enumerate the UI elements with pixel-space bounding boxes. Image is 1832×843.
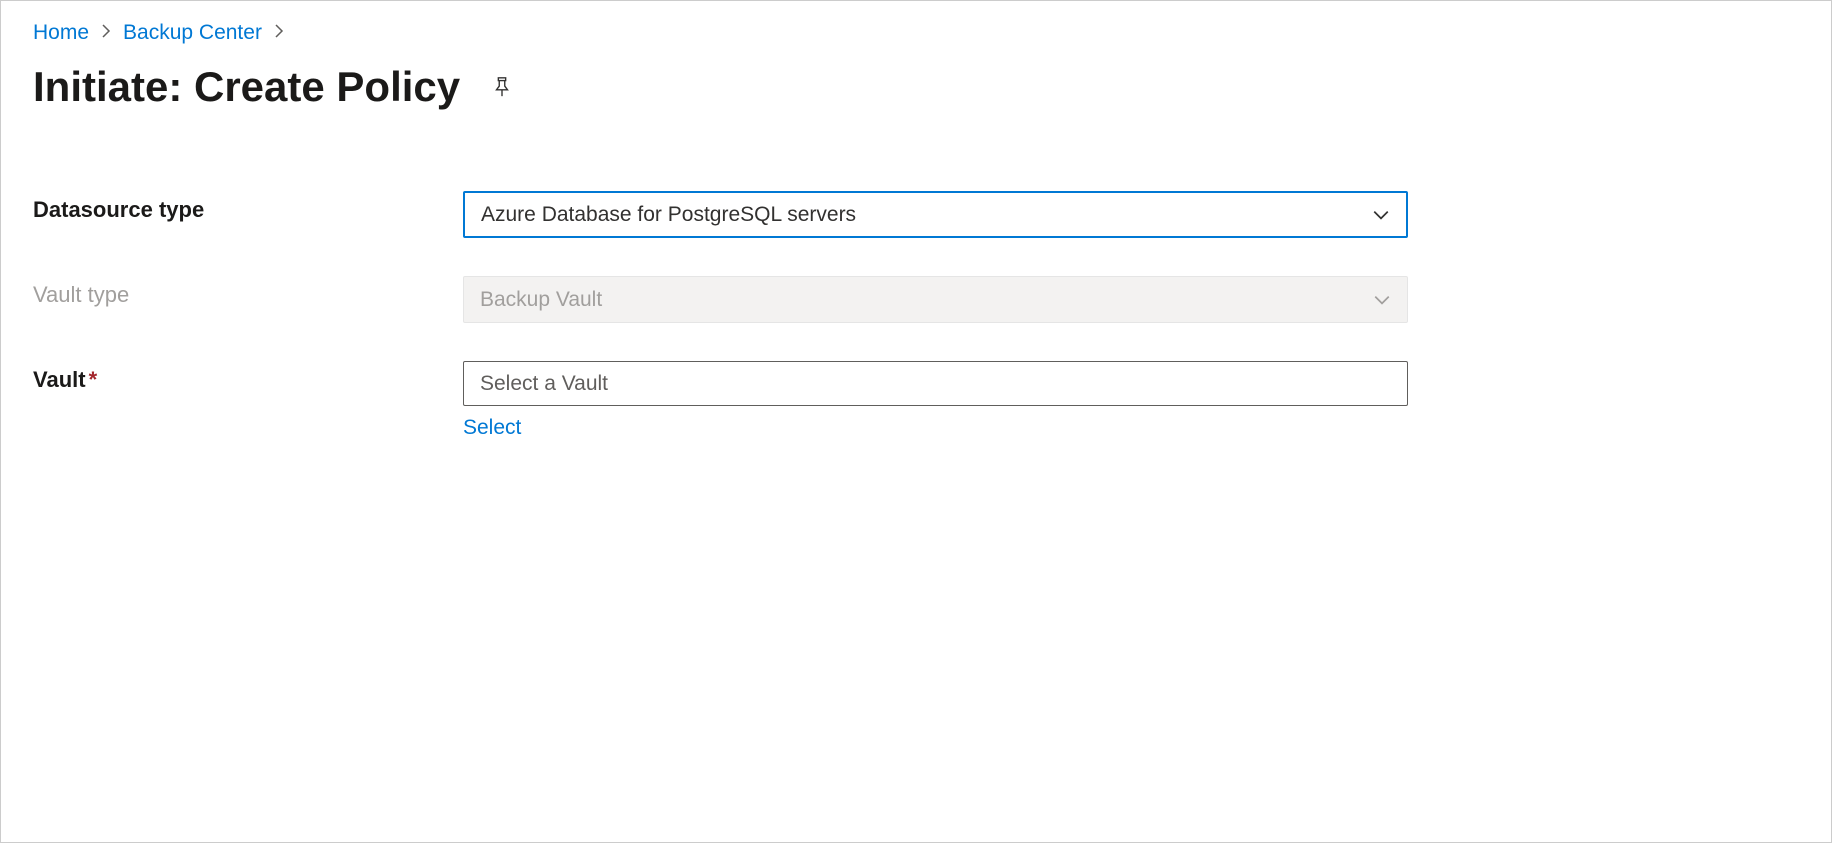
page-title: Initiate: Create Policy xyxy=(33,63,460,111)
page-header: Initiate: Create Policy xyxy=(33,63,1799,111)
select-vault-link[interactable]: Select xyxy=(463,416,521,440)
chevron-right-icon xyxy=(101,24,111,43)
row-vault: Vault* Select xyxy=(33,361,1799,440)
row-datasource-type: Datasource type Azure Database for Postg… xyxy=(33,191,1799,238)
breadcrumb-backup-center[interactable]: Backup Center xyxy=(123,21,262,45)
label-vault: Vault* xyxy=(33,361,463,393)
label-datasource-type: Datasource type xyxy=(33,191,463,223)
breadcrumb: Home Backup Center xyxy=(33,21,1799,45)
row-vault-type: Vault type Backup Vault xyxy=(33,276,1799,323)
label-vault-type: Vault type xyxy=(33,276,463,308)
dropdown-datasource-type-value: Azure Database for PostgreSQL servers xyxy=(481,203,856,227)
breadcrumb-home[interactable]: Home xyxy=(33,21,89,45)
input-vault[interactable] xyxy=(463,361,1408,406)
dropdown-datasource-type[interactable]: Azure Database for PostgreSQL servers xyxy=(463,191,1408,238)
dropdown-vault-type: Backup Vault xyxy=(463,276,1408,323)
chevron-down-icon xyxy=(1372,206,1390,224)
dropdown-vault-type-value: Backup Vault xyxy=(480,288,602,312)
required-indicator: * xyxy=(89,367,98,392)
pin-icon[interactable] xyxy=(490,75,514,99)
chevron-down-icon xyxy=(1373,291,1391,309)
chevron-right-icon xyxy=(274,24,284,43)
form-section: Datasource type Azure Database for Postg… xyxy=(33,191,1799,440)
